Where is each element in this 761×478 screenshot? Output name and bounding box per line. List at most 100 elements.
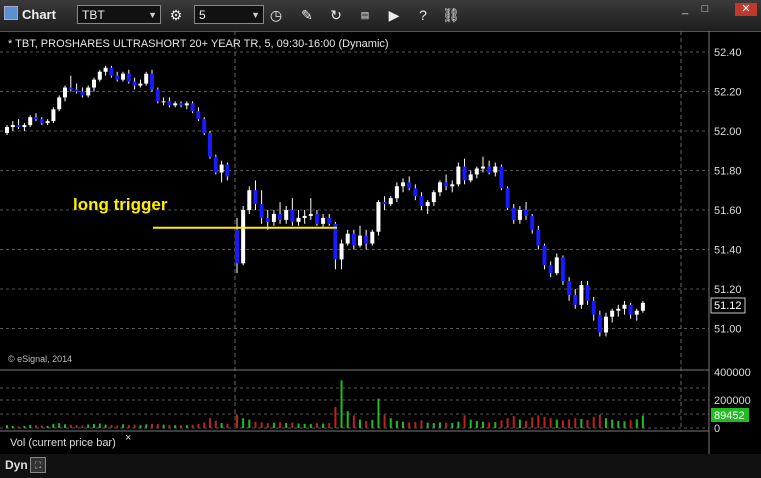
volume-axis: 400000 200000 0 <box>714 367 751 435</box>
candle-body <box>339 243 344 260</box>
candle-body <box>604 316 608 333</box>
volume-panel-label: Vol (current price bar) <box>10 437 116 449</box>
candle-body <box>407 182 412 189</box>
watermark: © eSignal, 2014 <box>8 354 72 364</box>
candle-body <box>585 285 590 301</box>
candle-body <box>92 79 96 88</box>
candle-body <box>63 87 67 98</box>
candle-body <box>121 73 125 80</box>
candle-body <box>640 302 645 311</box>
candle-body <box>579 285 584 305</box>
candle-body <box>536 229 541 246</box>
candle-body <box>208 132 212 157</box>
candle-body <box>548 265 553 274</box>
candle-body <box>97 71 102 80</box>
price-tick-label: 51.00 <box>714 324 742 336</box>
candle-body <box>150 73 154 90</box>
candle-body <box>278 213 283 220</box>
candle-body <box>57 97 62 110</box>
candle-body <box>51 109 56 122</box>
candle-body <box>74 89 79 92</box>
candle-body <box>155 89 160 102</box>
price-tick-label: 52.00 <box>714 126 742 138</box>
candle-body <box>382 202 387 205</box>
price-chart[interactable]: * TBT, PROSHARES ULTRASHORT 20+ YEAR TR,… <box>0 0 761 478</box>
candle-body <box>364 235 369 244</box>
candle-body <box>109 67 114 76</box>
candle-body <box>610 310 615 317</box>
candle-body <box>45 121 50 124</box>
candle-body <box>413 188 418 197</box>
candle-body <box>213 156 218 173</box>
dynamic-toggle[interactable]: Dyn <box>5 458 28 472</box>
candle-body <box>80 91 85 96</box>
candle-body <box>388 198 393 205</box>
candle-body <box>190 103 195 112</box>
price-tick-label: 51.60 <box>714 205 742 217</box>
candle-body <box>241 210 246 264</box>
candle-body <box>468 174 473 181</box>
candle-body <box>259 204 264 218</box>
candle-body <box>265 217 270 222</box>
candle-body <box>530 215 535 230</box>
candle-body <box>560 257 565 282</box>
candle-body <box>474 168 479 175</box>
candle-body <box>499 166 504 189</box>
price-tick-label: 51.20 <box>714 284 742 296</box>
candle-body <box>34 117 38 120</box>
candle-body <box>202 119 207 133</box>
candle-body <box>481 166 485 169</box>
candle-body <box>290 210 295 222</box>
candle-body <box>28 117 33 126</box>
candle-body <box>456 166 461 185</box>
candle-body <box>597 314 602 333</box>
candle-body <box>628 304 633 315</box>
candle-body <box>524 210 529 216</box>
candle-body <box>431 192 436 203</box>
candle-body <box>173 103 178 106</box>
candle-body <box>103 67 108 72</box>
candle-body <box>333 223 338 260</box>
candle-body <box>394 186 399 199</box>
lock-icon[interactable]: ⛶ <box>30 457 46 473</box>
current-price-marker: 51.12 <box>710 297 746 314</box>
candle-body <box>296 217 301 222</box>
candle-body <box>184 103 189 106</box>
candle-body <box>425 202 430 207</box>
candle-body <box>444 182 449 187</box>
candle-body <box>39 119 44 124</box>
chart-grid <box>0 31 709 431</box>
candle-body <box>327 217 332 224</box>
candle-body <box>308 213 313 216</box>
current-volume-marker: 89452 <box>711 408 749 422</box>
chart-header: * TBT, PROSHARES ULTRASHORT 20+ YEAR TR,… <box>8 38 389 50</box>
candle-body <box>345 233 350 244</box>
candle-body <box>554 257 559 274</box>
candle-body <box>505 188 510 209</box>
bottom-bar: Dyn ⛶ <box>0 454 761 478</box>
candle-body <box>622 304 627 309</box>
candle-body <box>5 127 9 133</box>
candle-body <box>401 182 406 187</box>
candle-body <box>376 202 381 232</box>
candle-body <box>196 111 201 120</box>
candle-body <box>487 166 492 173</box>
candle-body <box>132 81 137 86</box>
candle-body <box>493 166 498 173</box>
price-tick-label: 51.40 <box>714 245 742 257</box>
candle-body <box>302 215 307 218</box>
candle-body <box>161 101 166 103</box>
candle-body <box>284 210 289 220</box>
candle-body <box>542 245 547 266</box>
volume-panel-close-icon[interactable]: × <box>125 432 131 444</box>
candle-body <box>358 235 362 246</box>
candle-body <box>86 87 91 96</box>
candle-body <box>511 208 516 220</box>
candle-body <box>225 164 230 177</box>
candle-body <box>235 229 239 264</box>
candle-body <box>68 87 73 90</box>
candle-body <box>138 83 143 86</box>
price-axis: 52.40 52.20 52.00 51.80 51.60 51.40 51.20 51.00 <box>714 47 742 336</box>
candle-body <box>370 231 375 244</box>
candle-body <box>179 103 183 106</box>
